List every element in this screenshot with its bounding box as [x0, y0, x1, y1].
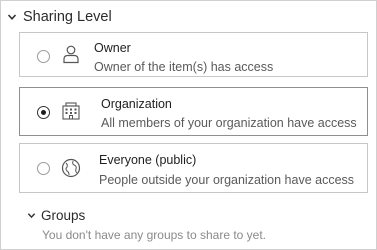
- building-icon: [62, 102, 80, 120]
- radio-selected-dot: [41, 110, 46, 115]
- sharing-level-header[interactable]: Sharing Level: [7, 6, 112, 28]
- chevron-down-icon: [7, 14, 17, 20]
- option-description: Owner of the item(s) has access: [94, 60, 274, 74]
- globe-icon: [61, 158, 81, 178]
- radio-organization[interactable]: [37, 106, 50, 119]
- sharing-level-title: Sharing Level: [23, 9, 112, 25]
- option-label: Everyone (public): [99, 153, 197, 167]
- option-label: Organization: [101, 97, 172, 111]
- sharing-option-organization[interactable]: Organization All members of your organiz…: [19, 87, 368, 136]
- option-label: Owner: [94, 41, 131, 55]
- person-icon: [63, 45, 79, 64]
- groups-header[interactable]: Groups: [27, 206, 85, 224]
- sharing-panel: Sharing Level Owner Owner of the item(s)…: [0, 0, 377, 250]
- groups-title: Groups: [41, 207, 86, 223]
- radio-everyone[interactable]: [37, 162, 50, 175]
- sharing-option-owner[interactable]: Owner Owner of the item(s) has access: [19, 32, 368, 77]
- chevron-down-icon: [27, 212, 36, 218]
- radio-owner[interactable]: [37, 50, 50, 63]
- option-description: People outside your organization have ac…: [99, 173, 355, 187]
- option-description: All members of your organization have ac…: [101, 116, 357, 130]
- groups-empty-message: You don't have any groups to share to ye…: [42, 228, 267, 242]
- sharing-option-everyone[interactable]: Everyone (public) People outside your or…: [19, 143, 368, 193]
